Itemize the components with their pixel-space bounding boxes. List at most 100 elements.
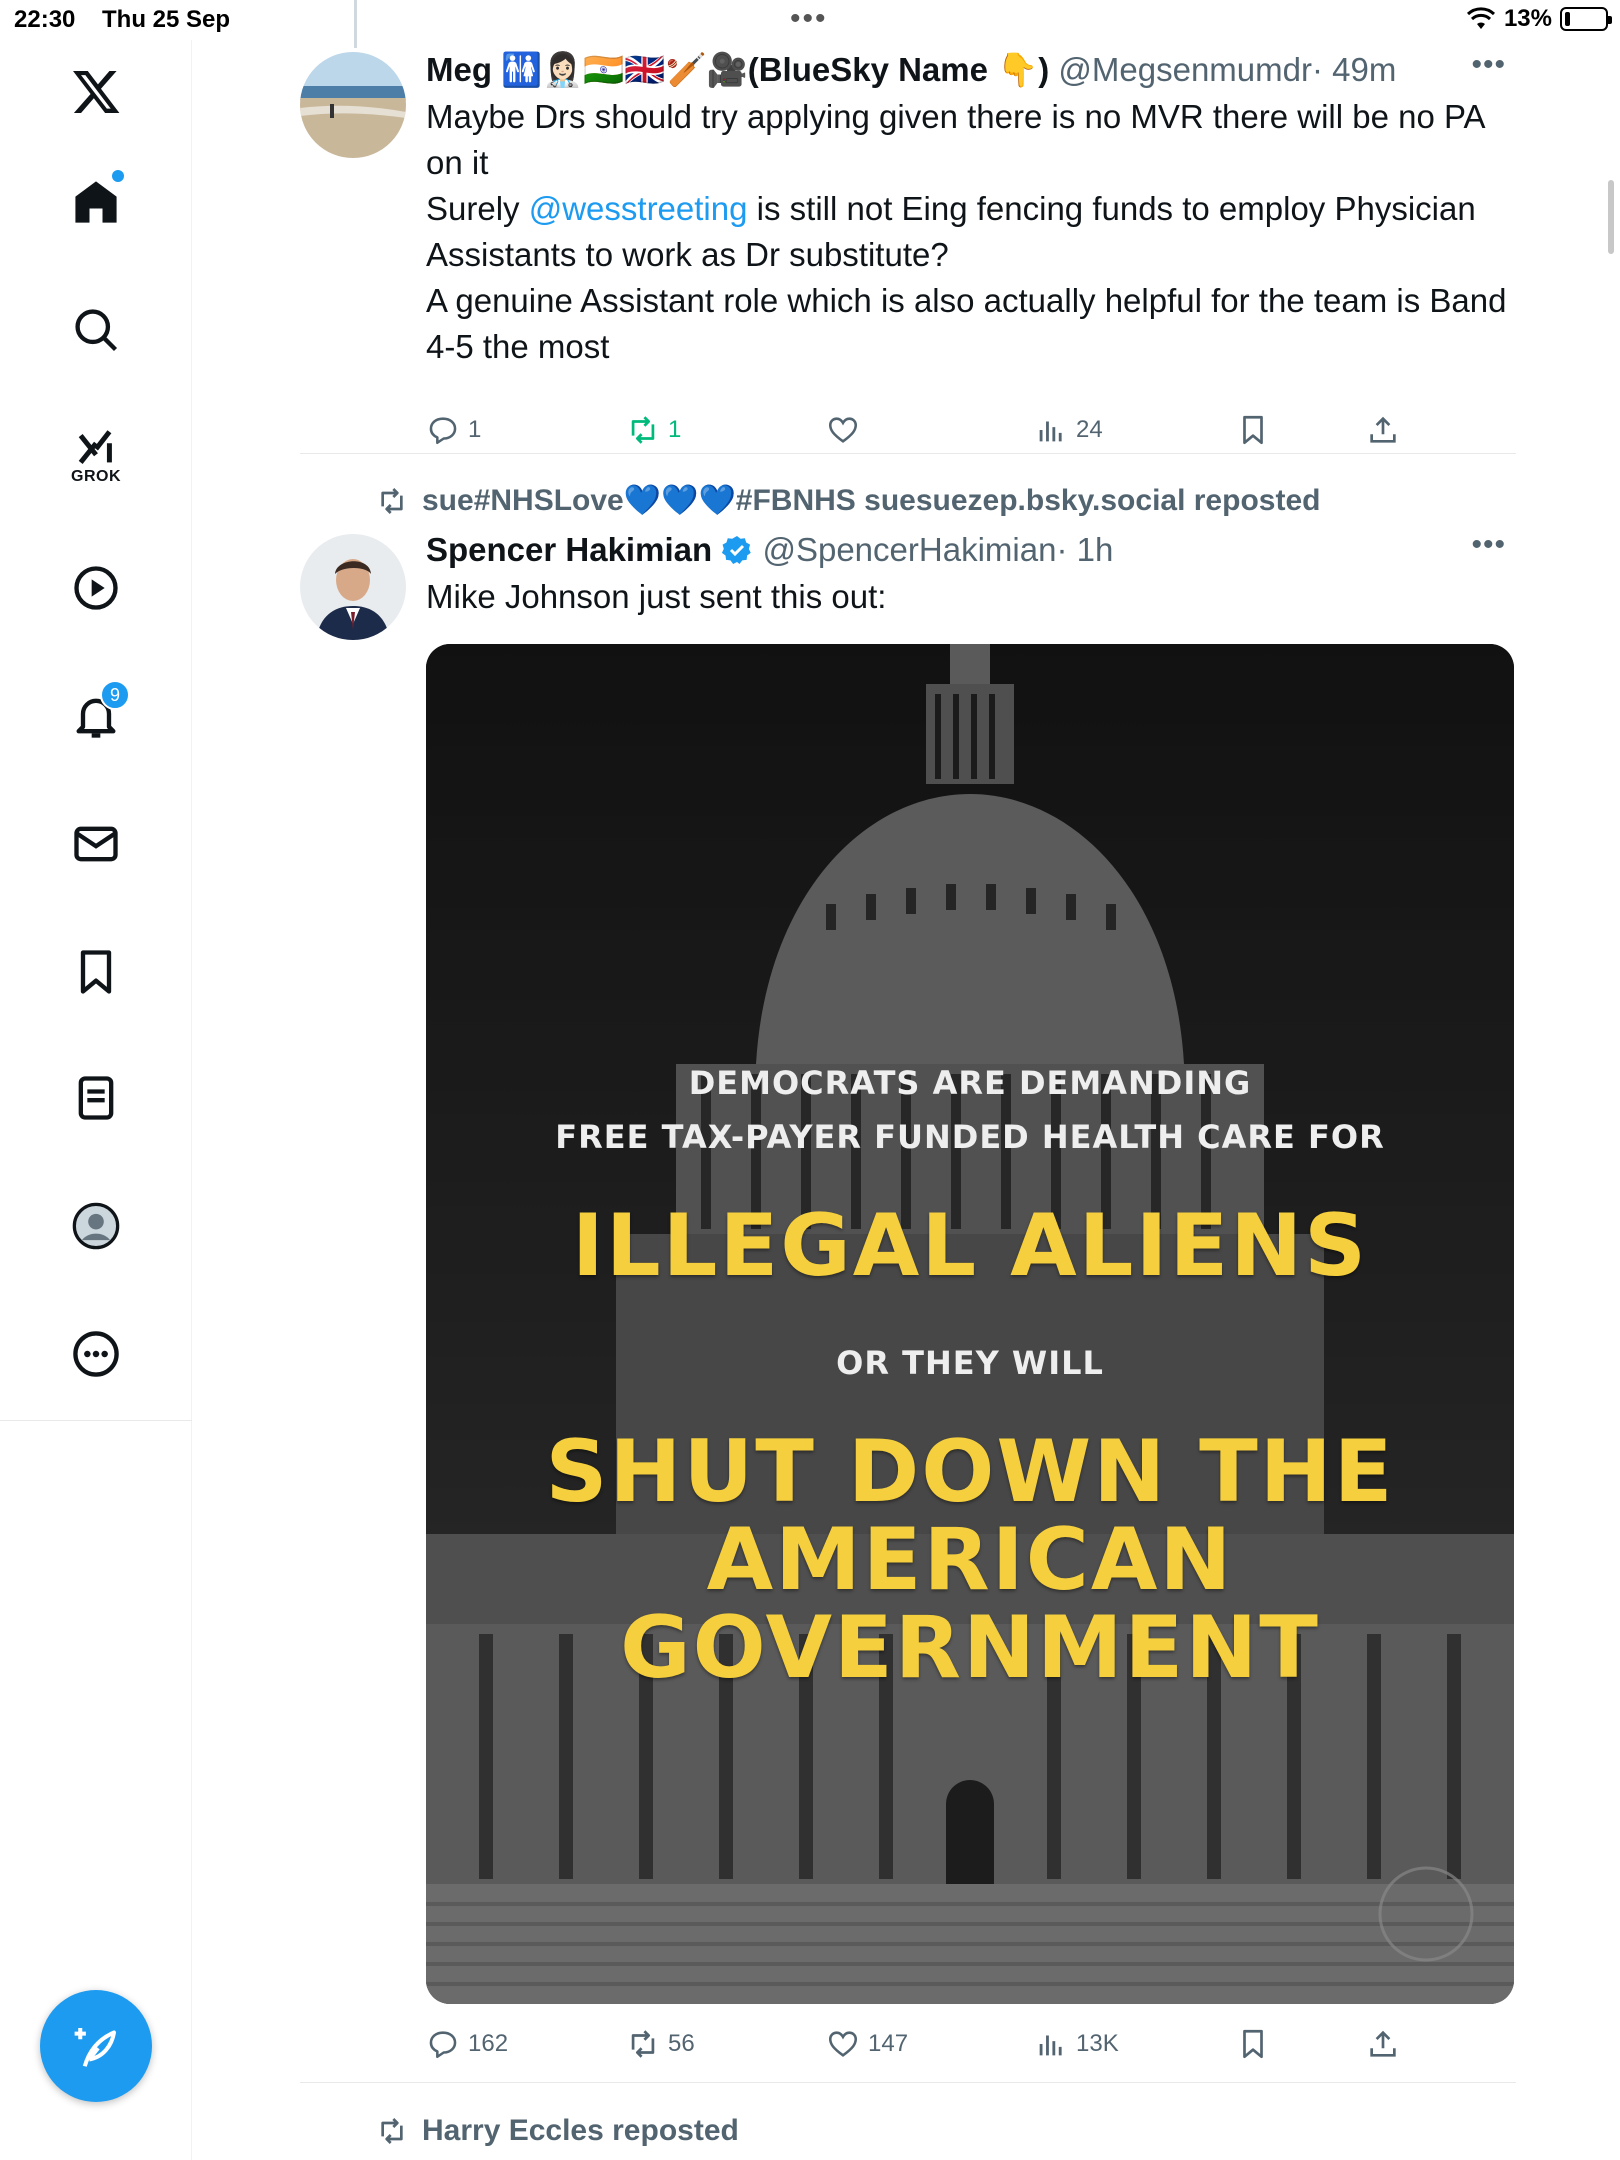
tweet-author-handle[interactable]: @SpencerHakimian xyxy=(762,531,1056,568)
bookmark-button[interactable] xyxy=(1236,2019,1270,2069)
notifications-badge: 9 xyxy=(100,680,130,710)
tweet-text: Mike Johnson just sent this out: xyxy=(426,578,887,615)
bookmark-icon xyxy=(1243,415,1263,445)
reply-button[interactable]: 1 xyxy=(426,405,481,455)
video-icon xyxy=(74,566,118,610)
repost-icon xyxy=(631,416,655,444)
image-text-american: AMERICAN xyxy=(706,1510,1234,1610)
like-count: 147 xyxy=(868,2030,909,2057)
reply-count: 1 xyxy=(468,416,482,443)
lists-icon xyxy=(78,1076,114,1120)
repost-icon xyxy=(381,2118,403,2144)
image-text-line2: FREE TAX-PAYER FUNDED HEALTH CARE FOR xyxy=(555,1118,1385,1156)
heart-icon xyxy=(828,2031,858,2057)
tweet-image[interactable]: DEMOCRATS ARE DEMANDING FREE TAX-PAYER F… xyxy=(426,644,1514,2004)
share-button[interactable] xyxy=(1366,2019,1400,2069)
grok-icon xyxy=(78,430,112,464)
nav-messages[interactable] xyxy=(56,804,136,884)
image-text-illegal-aliens: ILLEGAL ALIENS xyxy=(571,1196,1369,1296)
nav-search[interactable] xyxy=(56,290,136,370)
tweet-divider xyxy=(300,2082,1516,2083)
repost-icon xyxy=(381,487,403,514)
tweet-author-handle[interactable]: @Megsenmumdr xyxy=(1058,51,1312,88)
like-button[interactable] xyxy=(826,405,868,455)
image-text-line4: OR THEY WILL xyxy=(836,1344,1104,1382)
repost-count: 56 xyxy=(668,2030,695,2057)
nav-home[interactable] xyxy=(56,162,136,242)
tweet-divider xyxy=(300,453,1516,454)
tweet-timestamp[interactable]: · 49m xyxy=(1312,51,1396,88)
status-time: 22:30 xyxy=(14,6,76,33)
avatar-spencer[interactable] xyxy=(300,534,406,640)
tweet-more-icon[interactable]: ••• xyxy=(1471,48,1506,82)
wifi-icon xyxy=(1466,7,1495,29)
reply-count: 162 xyxy=(468,2030,509,2057)
repost-button[interactable]: 1 xyxy=(626,405,681,455)
repost-attribution[interactable]: sue#NHSLove💙💙💙#FBNHS suesuezep.bsky.soci… xyxy=(376,483,1320,518)
tweet-text-line: Maybe Drs should try applying given ther… xyxy=(426,98,1484,181)
repost-icon xyxy=(631,2030,655,2058)
share-button[interactable] xyxy=(1366,405,1400,455)
views-count: 24 xyxy=(1076,416,1103,443)
tweet-text: Maybe Drs should try applying given ther… xyxy=(426,94,1516,370)
status-date: Thu 25 Sep xyxy=(102,6,231,33)
compose-feather-icon xyxy=(74,2028,117,2067)
capitol-building-image xyxy=(426,644,1514,2004)
compose-button[interactable] xyxy=(40,1990,152,2102)
nav-bookmarks[interactable] xyxy=(56,932,136,1012)
x-logo-icon[interactable] xyxy=(56,52,136,132)
multitasking-dots-icon[interactable]: ••• xyxy=(790,2,828,36)
repost-attribution-text: Harry Eccles reposted xyxy=(422,2114,739,2147)
reply-button[interactable]: 162 xyxy=(426,2019,508,2069)
repost-button[interactable]: 56 xyxy=(626,2019,695,2069)
image-text-shut-down: SHUT DOWN THE xyxy=(545,1422,1395,1522)
bookmarks-icon xyxy=(80,950,112,994)
sidebar: GROK 9 xyxy=(0,40,192,2160)
views-icon xyxy=(1039,2035,1062,2056)
mention-link[interactable]: @wesstreeting xyxy=(529,190,748,227)
share-icon xyxy=(1370,416,1396,443)
tweet-more-icon[interactable]: ••• xyxy=(1471,528,1506,562)
heart-icon xyxy=(828,417,858,443)
nav-video[interactable] xyxy=(56,548,136,628)
tweet-text-line: A genuine Assistant role which is also a… xyxy=(426,282,1507,365)
bookmark-button[interactable] xyxy=(1236,405,1270,455)
nav-grok[interactable]: GROK xyxy=(56,416,136,496)
search-icon xyxy=(75,309,118,352)
battery-icon xyxy=(1560,7,1612,31)
share-icon xyxy=(1370,2030,1396,2057)
repost-attribution-text: sue#NHSLove💙💙💙#FBNHS suesuezep.bsky.soci… xyxy=(422,484,1321,517)
nav-lists[interactable] xyxy=(56,1058,136,1138)
repost-attribution[interactable]: Harry Eccles reposted xyxy=(376,2114,739,2148)
tweet-spencer[interactable]: Spencer Hakimian @SpencerHakimian· 1h ••… xyxy=(300,528,1516,2088)
repost-count: 1 xyxy=(668,416,682,443)
tweet-author-name[interactable]: Spencer Hakimian xyxy=(426,531,712,568)
scrollbar[interactable] xyxy=(1608,180,1614,254)
tweet-timestamp[interactable]: · 1h xyxy=(1056,531,1113,568)
grok-label: GROK xyxy=(71,468,121,485)
views-button[interactable]: 24 xyxy=(1034,405,1103,455)
views-button[interactable]: 13K xyxy=(1034,2019,1119,2069)
image-text-government: GOVERNMENT xyxy=(620,1598,1320,1698)
sidebar-divider xyxy=(0,1420,192,1421)
nav-more[interactable] xyxy=(56,1314,136,1394)
tweet-actions: 1 1 24 xyxy=(426,405,1476,455)
reply-icon xyxy=(429,417,457,445)
nav-profile[interactable] xyxy=(56,1186,136,1266)
image-text-line1: DEMOCRATS ARE DEMANDING xyxy=(688,1064,1252,1102)
tweet-meg[interactable]: Meg 🚻👩🏻‍⚕️🇮🇳🇬🇧🏏🎥(BlueSky Name 👇) @Megsen… xyxy=(300,48,1516,448)
messages-icon xyxy=(74,826,118,862)
tweet-author-name[interactable]: Meg 🚻👩🏻‍⚕️🇮🇳🇬🇧🏏🎥(BlueSky Name 👇) xyxy=(426,51,1049,88)
views-icon xyxy=(1039,421,1062,442)
home-unread-dot xyxy=(112,170,124,182)
bookmark-icon xyxy=(1243,2029,1263,2059)
nav-notifications[interactable]: 9 xyxy=(56,676,136,756)
more-icon xyxy=(73,1331,119,1377)
battery-percent: 13% xyxy=(1503,5,1552,32)
tweet-text-line: Surely xyxy=(426,190,529,227)
profile-icon xyxy=(72,1202,120,1250)
home-icon xyxy=(75,181,117,223)
avatar-meg[interactable] xyxy=(300,52,406,158)
like-button[interactable]: 147 xyxy=(826,2019,908,2069)
thread-line xyxy=(354,0,357,48)
